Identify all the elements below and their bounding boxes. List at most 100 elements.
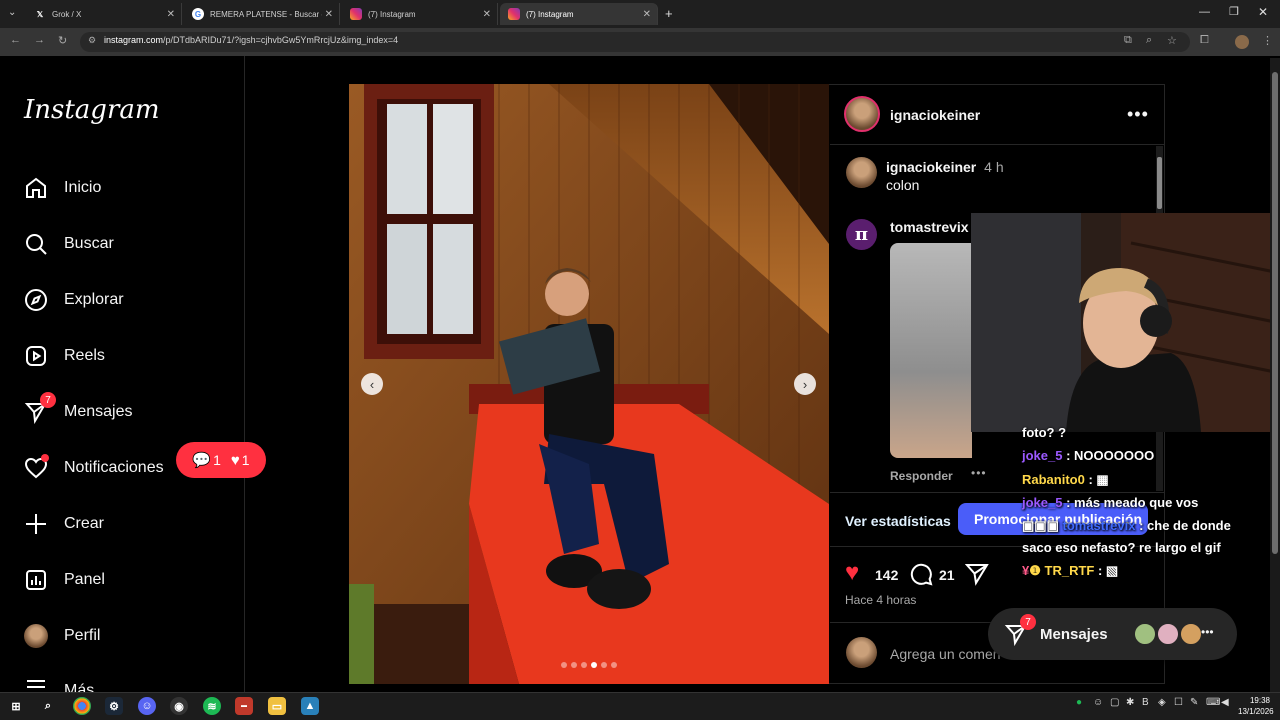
install-app-icon[interactable]: ⧉ bbox=[1124, 34, 1132, 47]
tray-app-icon[interactable]: ☐ bbox=[1174, 697, 1183, 708]
chat-avatar bbox=[1179, 622, 1203, 646]
sidebar-item-inicio[interactable]: Inicio bbox=[22, 172, 101, 204]
x-logo-icon: 𝕏 bbox=[36, 9, 44, 19]
back-icon[interactable]: ← bbox=[10, 34, 21, 46]
sidebar-item-buscar[interactable]: Buscar bbox=[22, 228, 114, 260]
tab-title: (7) Instagram bbox=[368, 9, 416, 19]
comment-more-icon[interactable]: ••• bbox=[971, 466, 987, 480]
sidebar-item-label: Explorar bbox=[64, 291, 124, 308]
tray-app-icon[interactable]: ▢ bbox=[1110, 697, 1119, 708]
system-clock[interactable]: 19:38 13/1/2026 bbox=[1238, 695, 1274, 717]
sidebar-item-crear[interactable]: Crear bbox=[22, 508, 104, 540]
tray-app-icon[interactable]: B bbox=[1142, 697, 1149, 708]
chat-user: TR_RTF bbox=[1044, 563, 1095, 578]
page-scroll-thumb[interactable] bbox=[1272, 72, 1278, 554]
chrome-icon[interactable] bbox=[73, 697, 91, 715]
chat-text: che de donde bbox=[1147, 518, 1231, 533]
comment-gif[interactable] bbox=[890, 243, 972, 458]
reload-icon[interactable]: ↻ bbox=[58, 34, 67, 47]
sidebar-item-label: Más bbox=[64, 682, 95, 692]
sidebar-item-mas[interactable]: Más bbox=[22, 676, 94, 692]
site-info-icon[interactable]: ⚙ bbox=[88, 35, 96, 46]
view-stats-link[interactable]: Ver estadísticas bbox=[845, 513, 951, 529]
zoom-icon[interactable]: ⌕ bbox=[1146, 34, 1152, 47]
chat-user: Rabanito0 bbox=[1022, 472, 1085, 487]
instagram-logo[interactable]: Instagram bbox=[24, 95, 160, 125]
notification-dot bbox=[41, 454, 49, 462]
sidebar-item-mensajes[interactable]: 7 Mensajes bbox=[22, 392, 132, 428]
sidebar-item-label: Reels bbox=[64, 347, 105, 364]
bookmark-star-icon[interactable]: ☆ bbox=[1167, 34, 1177, 47]
close-window-icon[interactable]: ✕ bbox=[1258, 5, 1268, 19]
minimize-icon[interactable]: — bbox=[1199, 6, 1210, 18]
maximize-icon[interactable]: ❐ bbox=[1229, 5, 1239, 18]
volume-icon[interactable]: ◀ bbox=[1221, 697, 1229, 708]
discord-tray-icon[interactable]: ☺ bbox=[1093, 697, 1103, 708]
share-icon[interactable] bbox=[965, 562, 989, 586]
tab-instagram-active[interactable]: (7) Instagram ✕ bbox=[500, 3, 658, 25]
windows-start-icon[interactable]: ⊞ bbox=[7, 697, 25, 715]
messages-pill[interactable]: 7 Mensajes ••• bbox=[988, 608, 1237, 660]
chat-text: más meado que vos bbox=[1074, 495, 1199, 510]
voicemeeter-icon[interactable]: ▬ bbox=[235, 697, 253, 715]
search-icon bbox=[22, 230, 50, 258]
tray-app-icon[interactable]: ✎ bbox=[1190, 697, 1198, 708]
tab-grok[interactable]: 𝕏 Grok / X ✕ bbox=[26, 3, 182, 25]
reels-icon bbox=[22, 342, 50, 370]
carousel-dots bbox=[561, 662, 617, 668]
search-icon[interactable]: ⌕ bbox=[39, 697, 57, 715]
discord-icon[interactable]: ☺ bbox=[138, 697, 156, 715]
sidebar-item-notificaciones[interactable]: Notificaciones bbox=[22, 452, 164, 484]
comment-user[interactable]: tomastrevix bbox=[890, 219, 969, 235]
sidebar-item-perfil[interactable]: Perfil bbox=[22, 620, 100, 652]
more-options-icon[interactable]: ••• bbox=[1127, 104, 1149, 125]
profile-avatar-icon[interactable] bbox=[1235, 35, 1249, 49]
notification-pill[interactable]: 💬 1 ♥ 1 bbox=[176, 442, 266, 478]
reply-link[interactable]: Responder bbox=[890, 469, 953, 483]
instagram-icon bbox=[508, 8, 520, 20]
file-explorer-icon[interactable]: ▭ bbox=[268, 697, 286, 715]
comment-input[interactable]: Agrega un comen bbox=[890, 646, 1001, 662]
obs-icon[interactable]: ◉ bbox=[170, 697, 188, 715]
carousel-dot bbox=[591, 662, 597, 668]
sidebar-item-reels[interactable]: Reels bbox=[22, 340, 105, 372]
close-tab-icon[interactable]: ✕ bbox=[325, 9, 333, 20]
clock-time: 19:38 bbox=[1249, 696, 1270, 705]
chart-icon bbox=[22, 566, 50, 594]
tab-google-search[interactable]: G REMERA PLATENSE - Buscar co ✕ bbox=[184, 3, 340, 25]
carousel-dot bbox=[571, 662, 577, 668]
instagram-icon bbox=[350, 8, 362, 20]
browser-menu-icon[interactable]: ⋮ bbox=[1262, 34, 1273, 47]
liked-heart-icon[interactable]: ♥ bbox=[845, 561, 859, 585]
spotify-tray-icon[interactable]: ● bbox=[1076, 697, 1082, 708]
like-count[interactable]: 142 bbox=[875, 567, 898, 583]
tab-instagram-1[interactable]: (7) Instagram ✕ bbox=[342, 3, 498, 25]
carousel-prev-button[interactable]: ‹ bbox=[361, 373, 383, 395]
commenter-avatar[interactable]: π bbox=[846, 219, 877, 250]
heart-icon bbox=[22, 454, 50, 482]
carousel-next-button[interactable]: › bbox=[794, 373, 816, 395]
caption-user[interactable]: ignaciokeiner bbox=[886, 159, 976, 175]
forward-icon[interactable]: → bbox=[34, 34, 45, 46]
tray-app-icon[interactable]: ◈ bbox=[1158, 697, 1166, 708]
sidebar-item-explorar[interactable]: Explorar bbox=[22, 284, 124, 316]
comment-icon[interactable] bbox=[909, 562, 933, 586]
tab-search-icon[interactable]: ⌄ bbox=[8, 7, 16, 18]
sidebar-item-panel[interactable]: Panel bbox=[22, 564, 105, 596]
post-author[interactable]: ignaciokeiner bbox=[890, 107, 980, 123]
extensions-icon[interactable]: ⧠ bbox=[1200, 34, 1209, 47]
divider bbox=[830, 492, 1164, 493]
home-icon bbox=[22, 174, 50, 202]
image-viewer-icon[interactable]: ▲ bbox=[301, 697, 319, 715]
steam-icon[interactable]: ⚙ bbox=[105, 697, 123, 715]
spotify-icon[interactable]: ≋ bbox=[203, 697, 221, 715]
caption-avatar[interactable] bbox=[846, 157, 877, 188]
close-tab-icon[interactable]: ✕ bbox=[643, 9, 651, 20]
close-tab-icon[interactable]: ✕ bbox=[483, 9, 491, 20]
new-tab-icon[interactable]: + bbox=[665, 6, 673, 21]
bluetooth-icon[interactable]: ✱ bbox=[1126, 697, 1134, 708]
network-icon[interactable]: ⌨ bbox=[1206, 697, 1220, 708]
author-avatar[interactable] bbox=[844, 96, 880, 132]
comments-scroll-thumb[interactable] bbox=[1157, 157, 1162, 209]
close-tab-icon[interactable]: ✕ bbox=[167, 9, 175, 20]
